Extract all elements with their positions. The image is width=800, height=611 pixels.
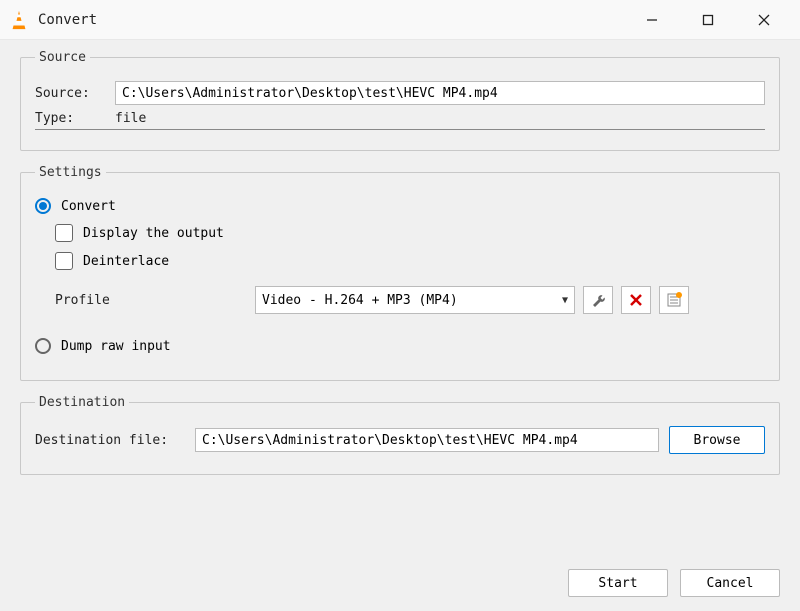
checkbox-unchecked-icon	[55, 224, 73, 242]
destination-legend: Destination	[35, 395, 129, 410]
source-label: Source:	[35, 86, 115, 101]
source-fieldset: Source Source: Type: file	[20, 50, 780, 151]
dest-file-input[interactable]	[195, 428, 659, 452]
type-label: Type:	[35, 111, 115, 126]
type-value: file	[115, 111, 146, 126]
radio-checked-icon	[35, 198, 51, 214]
cancel-button[interactable]: Cancel	[680, 569, 780, 597]
convert-dialog: Convert Source Source: Type: file	[0, 0, 800, 611]
dest-file-row: Destination file: Browse	[35, 426, 765, 454]
source-row: Source:	[35, 81, 765, 105]
profile-selected-value: Video - H.264 + MP3 (MP4)	[262, 293, 562, 308]
checkbox-unchecked-icon	[55, 252, 73, 270]
profile-row: Profile Video - H.264 + MP3 (MP4) ▼	[55, 286, 765, 314]
dump-raw-label: Dump raw input	[61, 339, 171, 354]
radio-unchecked-icon	[35, 338, 51, 354]
titlebar: Convert	[0, 0, 800, 40]
display-output-label: Display the output	[83, 226, 224, 241]
settings-fieldset: Settings Convert Display the output Dein…	[20, 165, 780, 381]
cancel-label: Cancel	[707, 576, 754, 591]
start-label: Start	[598, 576, 637, 591]
window-controls	[624, 0, 792, 40]
maximize-button[interactable]	[680, 0, 736, 40]
close-button[interactable]	[736, 0, 792, 40]
profile-select[interactable]: Video - H.264 + MP3 (MP4) ▼	[255, 286, 575, 314]
type-row: Type: file	[35, 111, 765, 130]
delete-profile-button[interactable]	[621, 286, 651, 314]
maximize-icon	[702, 14, 714, 26]
new-profile-button[interactable]	[659, 286, 689, 314]
minimize-button[interactable]	[624, 0, 680, 40]
display-output-checkbox[interactable]: Display the output	[55, 224, 765, 242]
edit-profile-button[interactable]	[583, 286, 613, 314]
source-legend: Source	[35, 50, 90, 65]
dialog-content: Source Source: Type: file Settings Conve…	[0, 40, 800, 563]
dump-raw-radio[interactable]: Dump raw input	[35, 338, 765, 354]
deinterlace-label: Deinterlace	[83, 254, 169, 269]
wrench-icon	[590, 292, 606, 308]
close-icon	[757, 13, 771, 27]
new-list-icon	[666, 292, 682, 308]
convert-label: Convert	[61, 199, 116, 214]
browse-button[interactable]: Browse	[669, 426, 765, 454]
convert-radio[interactable]: Convert	[35, 198, 765, 214]
delete-x-icon	[629, 293, 643, 307]
browse-label: Browse	[694, 433, 741, 448]
settings-legend: Settings	[35, 165, 106, 180]
dropdown-arrow-icon: ▼	[562, 295, 568, 306]
start-button[interactable]: Start	[568, 569, 668, 597]
dest-file-label: Destination file:	[35, 433, 195, 448]
vlc-icon	[8, 9, 30, 31]
window-title: Convert	[38, 12, 624, 28]
deinterlace-checkbox[interactable]: Deinterlace	[55, 252, 765, 270]
destination-fieldset: Destination Destination file: Browse	[20, 395, 780, 475]
profile-label: Profile	[55, 293, 255, 308]
source-input[interactable]	[115, 81, 765, 105]
dialog-button-bar: Start Cancel	[0, 563, 800, 611]
minimize-icon	[646, 14, 658, 26]
